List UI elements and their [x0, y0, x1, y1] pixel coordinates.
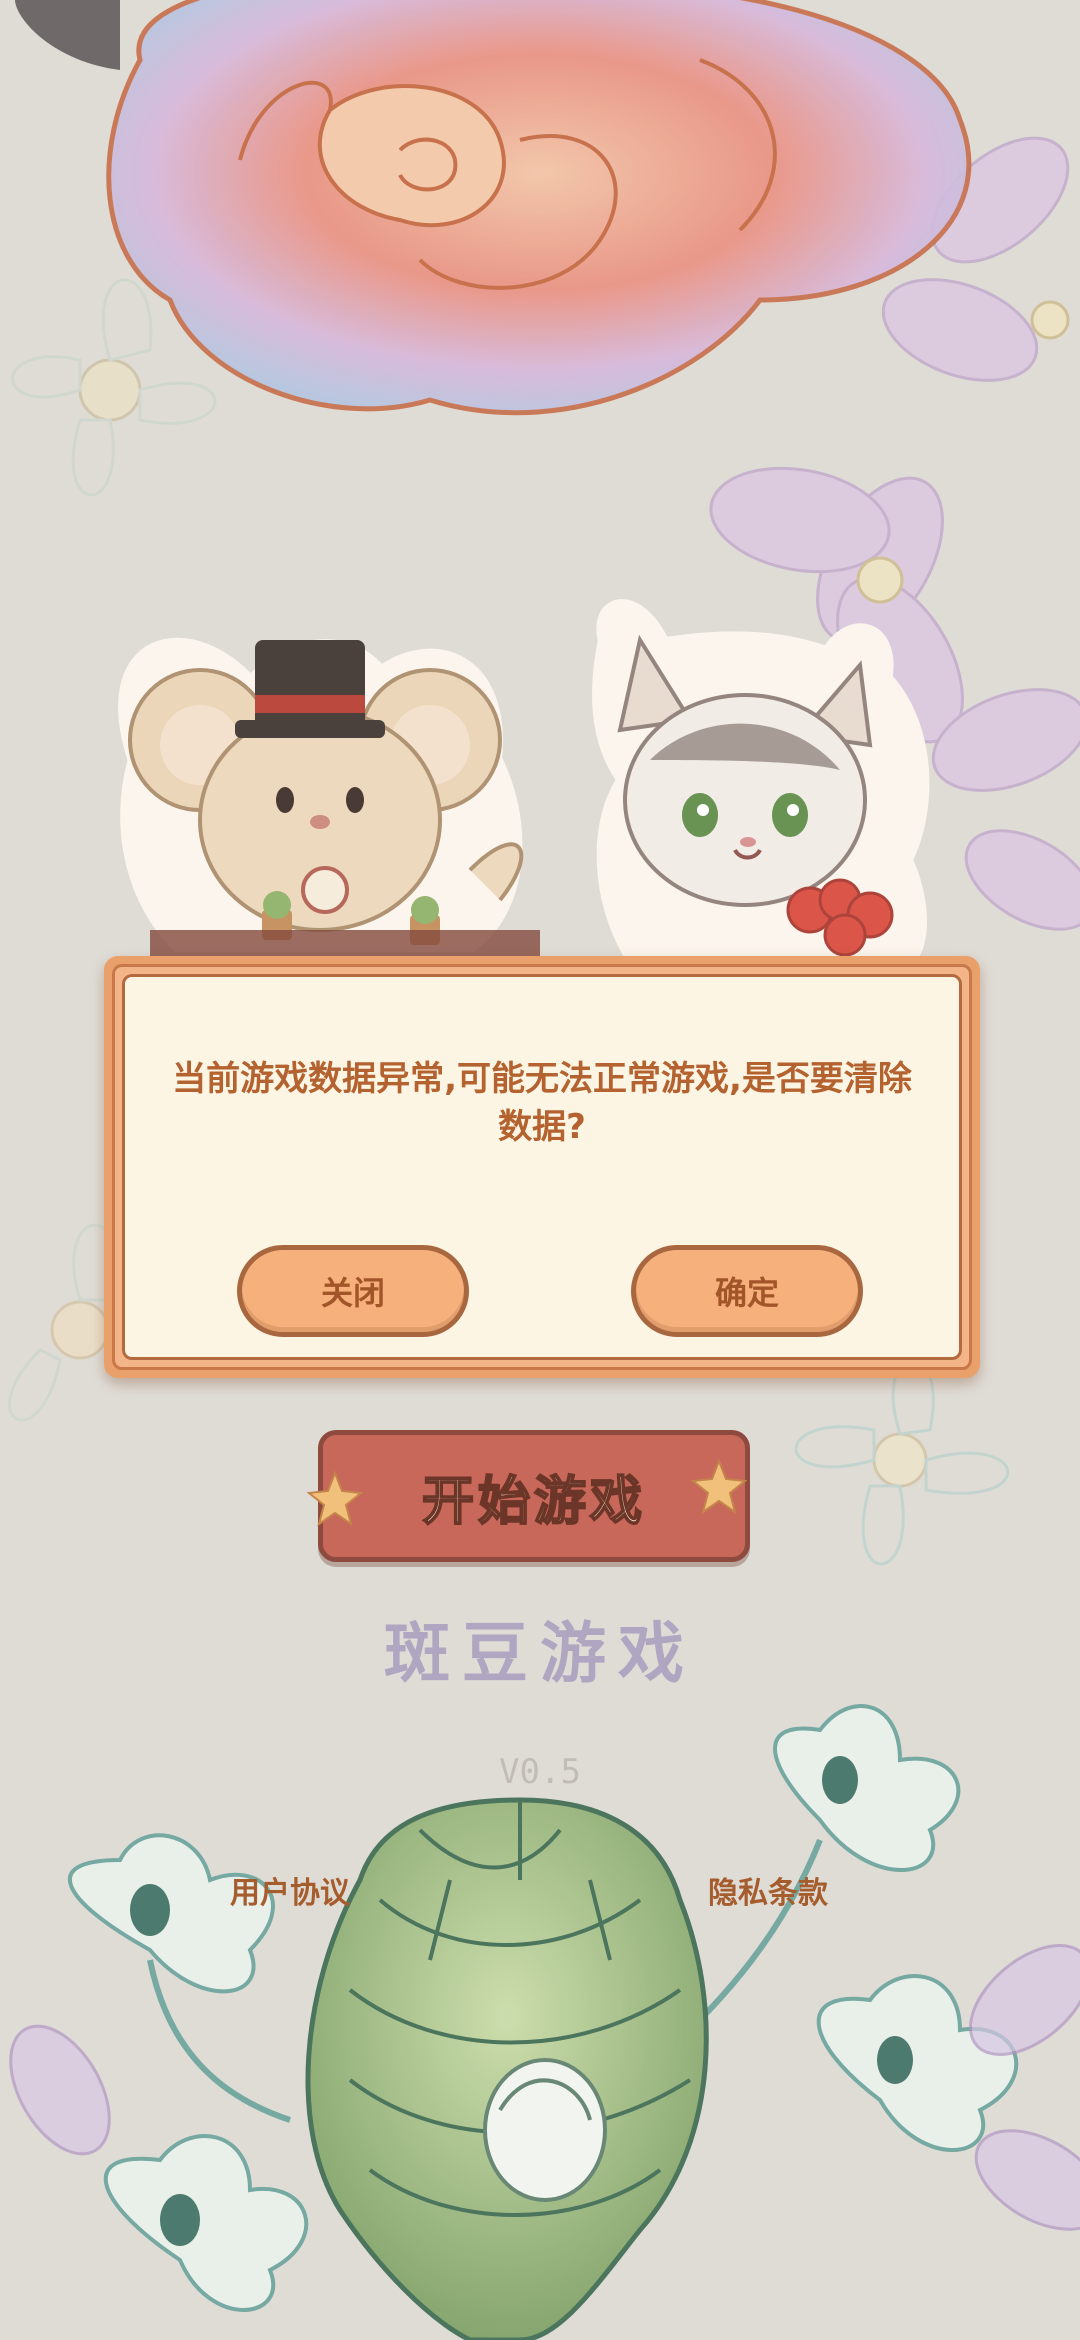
- user-agreement-link[interactable]: 用户协议: [230, 1868, 350, 1912]
- dialog-message: 当前游戏数据异常,可能无法正常游戏,是否要清除数据?: [172, 1059, 912, 1147]
- dialog-panel: 当前游戏数据异常,可能无法正常游戏,是否要清除数据? 关闭 确定: [122, 974, 962, 1360]
- close-button[interactable]: 关闭: [237, 1245, 469, 1337]
- star-decoration-icon: [690, 1458, 748, 1515]
- start-game-button[interactable]: 开始游戏: [306, 1430, 750, 1562]
- game-launch-screen: 开始游戏 斑豆游戏 V0.5 用户协议 隐私条款 当前游戏数据异常,可能无法正常…: [0, 0, 1080, 2340]
- privacy-policy-link[interactable]: 隐私条款: [708, 1868, 828, 1912]
- clear-data-dialog: 当前游戏数据异常,可能无法正常游戏,是否要清除数据? 关闭 确定: [104, 956, 980, 1378]
- confirm-button[interactable]: 确定: [631, 1245, 863, 1337]
- start-game-label: 开始游戏: [421, 1471, 646, 1533]
- brand-name: 斑豆游戏: [384, 1615, 696, 1692]
- star-decoration-icon: [306, 1470, 364, 1527]
- version-label: V0.5: [499, 1752, 581, 1792]
